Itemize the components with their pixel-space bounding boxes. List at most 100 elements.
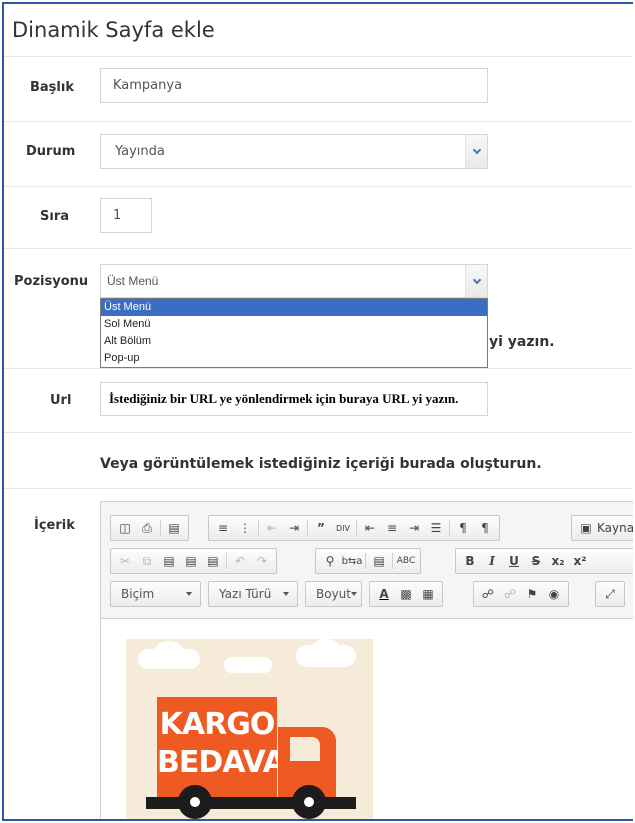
truck-window — [290, 737, 320, 761]
pozisyon-select[interactable]: Üst Menü — [100, 264, 488, 298]
toolbar-group-tools: ⤢ — [595, 581, 625, 607]
pozisyon-label: Pozisyonu — [14, 274, 89, 289]
paste-word-icon[interactable]: ▤ — [202, 551, 224, 571]
spellcheck-icon[interactable]: ABC — [395, 551, 417, 571]
toolbar-group-editing: ⚲ b⇆a ▤ ABC — [315, 548, 421, 574]
durum-label: Durum — [26, 144, 76, 159]
poster-line1: KARGO — [159, 707, 276, 742]
italic-icon[interactable]: I — [481, 551, 503, 571]
superscript-icon[interactable]: x² — [569, 551, 591, 571]
source-icon: ▣ — [580, 521, 592, 535]
rtl-icon[interactable]: ¶ — [474, 518, 496, 538]
indent-icon[interactable]: ⇥ — [283, 518, 305, 538]
source-label: Kaynak — [597, 521, 633, 535]
dropdown-option[interactable]: Üst Menü — [101, 299, 487, 316]
select-all-icon[interactable]: ▤ — [368, 551, 390, 571]
format-combo[interactable]: Biçim — [110, 581, 201, 607]
toolbar-group-paragraph: ≡ ⋮ ⇤ ⇥ ” DIV ⇤ ≡ ⇥ ☰ ¶ ¶ — [208, 515, 500, 541]
dropdown-option[interactable]: Pop-up — [101, 350, 487, 367]
page-title: Dinamik Sayfa ekle — [12, 18, 215, 42]
subscript-icon[interactable]: x₂ — [547, 551, 569, 571]
source-button[interactable]: ▣ Kaynak — [571, 515, 633, 541]
print-icon[interactable]: ⎙ — [136, 518, 158, 538]
template-icon[interactable]: ▤ — [163, 518, 185, 538]
dropdown-option[interactable]: Sol Menü — [101, 316, 487, 333]
format-label: Biçim — [121, 587, 155, 601]
bold-icon[interactable]: B — [459, 551, 481, 571]
maximize-icon[interactable]: ⤢ — [599, 584, 621, 604]
paste-text-icon[interactable]: ▤ — [180, 551, 202, 571]
font-label: Yazı Türü — [219, 587, 272, 601]
cut-icon[interactable]: ✂ — [114, 551, 136, 571]
image-icon[interactable]: ▦ — [417, 584, 439, 604]
sira-label: Sıra — [40, 209, 70, 224]
divider — [4, 368, 633, 369]
chevron-down-icon — [465, 135, 487, 168]
numbered-list-icon[interactable]: ≡ — [212, 518, 234, 538]
div-icon[interactable]: DIV — [332, 518, 354, 538]
toolbar-group-clipboard: ✂ ⧉ ▤ ▤ ▤ ↶ ↷ — [110, 548, 277, 574]
dropdown-option[interactable]: Alt Bölüm — [101, 333, 487, 350]
paste-icon[interactable]: ▤ — [158, 551, 180, 571]
chevron-down-icon — [186, 592, 192, 596]
wheel-icon — [292, 785, 326, 819]
baslik-label: Başlık — [30, 80, 74, 95]
baslik-input[interactable]: Kampanya — [100, 68, 488, 103]
durum-select[interactable]: Yayında — [100, 134, 488, 169]
url-label: Url — [50, 393, 72, 408]
unlink-icon[interactable]: ☍ — [499, 584, 521, 604]
replace-icon[interactable]: b⇆a — [341, 551, 363, 571]
content-hint: Veya görüntülemek istediğiniz içeriği bu… — [100, 456, 542, 472]
truck-cargo-box: KARGO BEDAVA — [157, 697, 286, 797]
app-window: Dinamik Sayfa ekle Başlık Kampanya Durum… — [2, 2, 633, 821]
toolbar-group-links: ☍ ☍ ⚑ ◉ — [473, 581, 569, 607]
size-combo[interactable]: Boyut — [305, 581, 362, 607]
text-color-icon[interactable]: A — [373, 584, 395, 604]
preview-icon[interactable]: ◫ — [114, 518, 136, 538]
divider — [4, 186, 633, 187]
pozisyon-dropdown: Üst Menü Sol Menü Alt Bölüm Pop-up — [100, 298, 488, 368]
undo-icon[interactable]: ↶ — [229, 551, 251, 571]
poster-line2: BEDAVA — [157, 745, 286, 780]
pozisyon-value: Üst Menü — [107, 274, 159, 288]
editor-toolbar: ◫ ⎙ ▤ ≡ ⋮ ⇤ ⇥ ” DIV ⇤ ≡ ⇥ ☰ ¶ ¶ ▣ Kayn ✂… — [101, 502, 633, 619]
chevron-down-icon — [351, 592, 357, 596]
font-combo[interactable]: Yazı Türü — [208, 581, 298, 607]
chevron-down-icon — [465, 265, 487, 297]
globe-icon[interactable]: ◉ — [543, 584, 565, 604]
find-icon[interactable]: ⚲ — [319, 551, 341, 571]
url-hint-partial: yi yazın. — [489, 334, 555, 350]
divider — [4, 248, 633, 249]
toolbar-group-colors: A ▩ ▦ — [369, 581, 443, 607]
toolbar-group-document: ◫ ⎙ ▤ — [110, 515, 189, 541]
chevron-down-icon — [283, 592, 289, 596]
align-center-icon[interactable]: ≡ — [381, 518, 403, 538]
divider — [4, 488, 633, 489]
ltr-icon[interactable]: ¶ — [452, 518, 474, 538]
toolbar-group-basicstyles: B I U S x₂ x² — [455, 548, 633, 574]
underline-icon[interactable]: U — [503, 551, 525, 571]
redo-icon[interactable]: ↷ — [251, 551, 273, 571]
align-left-icon[interactable]: ⇤ — [359, 518, 381, 538]
durum-value: Yayında — [115, 144, 165, 159]
divider — [4, 432, 633, 433]
bulleted-list-icon[interactable]: ⋮ — [234, 518, 256, 538]
sira-input[interactable]: 1 — [100, 198, 152, 233]
url-input[interactable]: İstediğiniz bir URL ye yönlendirmek için… — [100, 382, 488, 416]
justify-icon[interactable]: ☰ — [425, 518, 447, 538]
divider — [4, 121, 633, 122]
align-right-icon[interactable]: ⇥ — [403, 518, 425, 538]
size-label: Boyut — [316, 587, 351, 601]
icerik-label: İçerik — [34, 518, 75, 533]
rich-text-editor[interactable]: ◫ ⎙ ▤ ≡ ⋮ ⇤ ⇥ ” DIV ⇤ ≡ ⇥ ☰ ¶ ¶ ▣ Kayn ✂… — [100, 501, 633, 819]
wheel-icon — [178, 785, 212, 819]
kargo-bedava-image: KARGO BEDAVA — [126, 639, 373, 819]
divider — [4, 56, 633, 57]
anchor-icon[interactable]: ⚑ — [521, 584, 543, 604]
outdent-icon[interactable]: ⇤ — [261, 518, 283, 538]
blockquote-icon[interactable]: ” — [310, 518, 332, 538]
strike-icon[interactable]: S — [525, 551, 547, 571]
bg-color-icon[interactable]: ▩ — [395, 584, 417, 604]
link-icon[interactable]: ☍ — [477, 584, 499, 604]
copy-icon[interactable]: ⧉ — [136, 551, 158, 571]
